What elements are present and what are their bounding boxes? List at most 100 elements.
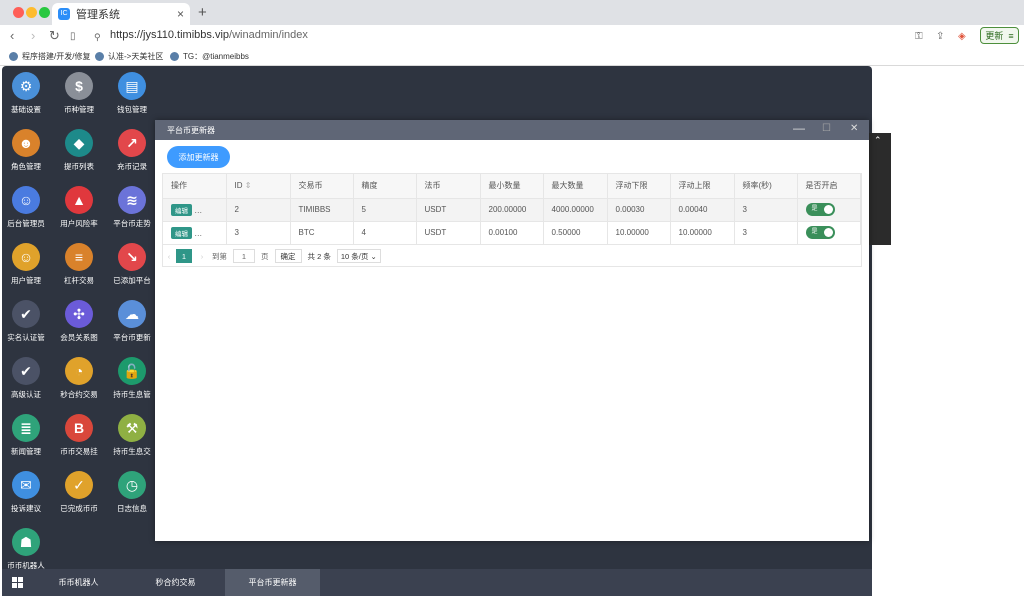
desktop-shortcut[interactable]: ⚙ 基础设置 bbox=[1, 72, 51, 115]
sort-icon[interactable]: ⇕ bbox=[245, 181, 252, 190]
goto-confirm-button[interactable]: 确定 bbox=[274, 249, 302, 263]
shortcut-label: 已添加平台 bbox=[113, 276, 151, 285]
log-icon: ◷ bbox=[118, 471, 146, 499]
bookmark-label: 认准->天美社区 bbox=[108, 52, 164, 61]
desktop-shortcut[interactable]: ↘ 已添加平台 bbox=[107, 243, 157, 286]
desktop-shortcut[interactable]: ≡ 杠杆交易 bbox=[54, 243, 104, 286]
desktop-shortcut[interactable]: ✓ 已完成币币 bbox=[54, 471, 104, 514]
close-window-button[interactable] bbox=[13, 7, 24, 18]
col-actions: 操作 bbox=[163, 174, 227, 199]
bookmark-item[interactable]: TG：@tianmeibbs bbox=[170, 51, 249, 62]
zoom-window-button[interactable] bbox=[39, 7, 50, 18]
more-icon[interactable]: … bbox=[194, 229, 202, 238]
table-row: 编辑 … 2 TIMIBBS 5 USDT 200.00000 4000.00000 0.00… bbox=[163, 198, 861, 222]
edit-button[interactable]: 编辑 bbox=[171, 203, 192, 216]
desktop-shortcut[interactable]: ≣ 新闻管理 bbox=[1, 414, 51, 457]
prev-page-icon[interactable]: ‹ bbox=[162, 252, 176, 261]
brave-shield-icon[interactable]: ◈ bbox=[958, 29, 966, 44]
shortcut-label: 平台币更新 bbox=[113, 333, 151, 342]
minimize-window-button[interactable] bbox=[26, 7, 37, 18]
desktop-shortcut[interactable]: ☁ 平台币更新 bbox=[107, 300, 157, 343]
back-icon[interactable]: ‹ bbox=[10, 28, 14, 43]
desktop-shortcut[interactable]: ☺ 后台管理员 bbox=[1, 186, 51, 229]
bookmark-icon[interactable]: ▯ bbox=[70, 29, 76, 44]
enabled-toggle[interactable]: 是 bbox=[805, 203, 835, 216]
browser-tab[interactable]: IC 管理系统 × bbox=[52, 3, 190, 25]
unlock-icon: 🔓 bbox=[118, 357, 146, 385]
desktop-shortcut[interactable]: ☗ 币币机器人 bbox=[1, 528, 51, 571]
desktop-shortcut[interactable]: ☻ 角色管理 bbox=[1, 129, 51, 172]
bookmark-item[interactable]: 程序搭建/开发/修复 bbox=[9, 51, 90, 62]
desktop-shortcut[interactable]: ◷ 日志信息 bbox=[107, 471, 157, 514]
col-id[interactable]: ID ⇕ bbox=[226, 174, 291, 199]
trend-icon: ↘ bbox=[118, 243, 146, 271]
forward-icon[interactable]: › bbox=[31, 28, 35, 43]
shortcut-label: 高级认证 bbox=[11, 390, 41, 399]
desktop-shortcut[interactable]: ▲ 用户风险率 bbox=[54, 186, 104, 229]
update-button[interactable]: 更新 ≡ bbox=[980, 27, 1019, 44]
address-bar[interactable]: https://jys110.timibbs.vip/winadmin/inde… bbox=[110, 29, 308, 41]
shortcut-label: 已完成币币 bbox=[60, 504, 98, 513]
stack-icon: ≡ bbox=[65, 243, 93, 271]
taskbar-item[interactable]: 秒合约交易 bbox=[128, 569, 223, 596]
next-page-icon[interactable]: › bbox=[192, 252, 212, 261]
table-cell: TIMIBBS bbox=[290, 198, 354, 222]
desktop-shortcut[interactable]: ✔ 高级认证 bbox=[1, 357, 51, 400]
desktop-shortcut[interactable]: ⚒ 持币生息交 bbox=[107, 414, 157, 457]
desktop-shortcut[interactable]: ✣ 会员关系图 bbox=[54, 300, 104, 343]
page-1-button[interactable]: 1 bbox=[176, 249, 192, 263]
desktop-shortcut[interactable]: ◔ 秒合约交易 bbox=[54, 357, 104, 400]
table-cell: 5 bbox=[353, 198, 417, 222]
start-menu-icon[interactable] bbox=[12, 577, 23, 588]
desktop-shortcut[interactable]: 🔓 持币生息管 bbox=[107, 357, 157, 400]
desktop-shortcut[interactable]: ☺ 用户管理 bbox=[1, 243, 51, 286]
table-cell: 0.50000 bbox=[543, 221, 608, 245]
edit-button[interactable]: 编辑 bbox=[171, 226, 192, 239]
desktop-shortcut[interactable]: $ 币种管理 bbox=[54, 72, 104, 115]
key-icon[interactable]: ⚿ bbox=[915, 29, 923, 44]
taskbar-item[interactable]: 币币机器人 bbox=[31, 569, 126, 596]
site-settings-icon[interactable]: ⚲ bbox=[94, 30, 101, 45]
goto-page-input[interactable]: 1 bbox=[233, 249, 255, 263]
shortcut-label: 平台币走势 bbox=[113, 219, 151, 228]
maximize-icon[interactable]: ☐ bbox=[822, 123, 831, 134]
bookmarks-bar: 程序搭建/开发/修复 认准->天美社区 TG：@tianmeibbs bbox=[0, 46, 1024, 66]
bookmark-item[interactable]: 认准->天美社区 bbox=[95, 51, 163, 62]
desktop-shortcut[interactable]: ✔ 实名认证管 bbox=[1, 300, 51, 343]
desktop-shortcut[interactable]: ↗ 充币记录 bbox=[107, 129, 157, 172]
minimize-icon[interactable]: — bbox=[793, 121, 805, 135]
close-tab-icon[interactable]: × bbox=[177, 7, 184, 21]
col-float-high: 浮动上限 bbox=[670, 174, 735, 199]
new-tab-icon[interactable]: + bbox=[198, 4, 207, 21]
desktop-shortcut[interactable]: B 币币交易挂 bbox=[54, 414, 104, 457]
bookmark-site-icon bbox=[9, 52, 18, 61]
table-cell: 10.00000 bbox=[670, 221, 735, 245]
user-search-icon: ☺ bbox=[12, 243, 40, 271]
col-max-qty: 最大数量 bbox=[543, 174, 608, 199]
col-coin: 交易币 bbox=[290, 174, 354, 199]
table-header-row: 操作 ID ⇕ 交易币 精度 法币 最小数量 最大数量 浮动下限 浮动上限 频率… bbox=[163, 174, 861, 199]
favicon-icon: IC bbox=[58, 8, 70, 20]
shortcut-label: 币种管理 bbox=[64, 105, 94, 114]
table-cell: 0.00040 bbox=[670, 198, 735, 222]
shortcut-label: 钱包管理 bbox=[117, 105, 147, 114]
complaint-icon: ✉ bbox=[12, 471, 40, 499]
share-icon[interactable]: ⇪ bbox=[936, 29, 944, 44]
per-page-select[interactable]: 10 条/页 ⌄ bbox=[336, 249, 381, 263]
enabled-toggle[interactable]: 是 bbox=[805, 226, 835, 239]
news-icon: ≣ bbox=[12, 414, 40, 442]
add-updater-button[interactable]: 添加更新器 bbox=[167, 146, 230, 168]
taskbar-item[interactable]: 平台币更新器 bbox=[225, 569, 320, 596]
desktop-shortcut[interactable]: ▤ 钱包管理 bbox=[107, 72, 157, 115]
wallet-icon: ▤ bbox=[118, 72, 146, 100]
more-icon[interactable]: … bbox=[194, 206, 202, 215]
reload-icon[interactable]: ↻ bbox=[49, 28, 60, 43]
window-titlebar[interactable]: 平台币更新器 — ☐ ✕ bbox=[155, 120, 869, 140]
close-icon[interactable]: ✕ bbox=[850, 123, 858, 134]
desktop-shortcut[interactable]: ✉ 投诉建议 bbox=[1, 471, 51, 514]
shortcut-label: 后台管理员 bbox=[7, 219, 45, 228]
taskbar: 币币机器人 秒合约交易 平台币更新器 bbox=[2, 569, 872, 596]
browser-nav-bar: ‹ › ↻ ▯ ⚲ https://jys110.timibbs.vip/win… bbox=[0, 25, 1024, 46]
desktop-shortcut[interactable]: ◆ 提币列表 bbox=[54, 129, 104, 172]
desktop-shortcut[interactable]: ≋ 平台币走势 bbox=[107, 186, 157, 229]
